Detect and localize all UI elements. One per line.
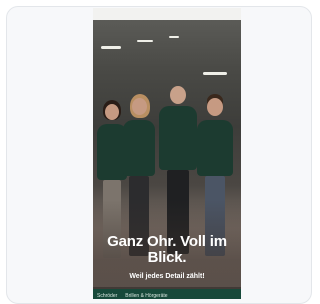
nav-item[interactable]: Schröder xyxy=(97,293,117,299)
hero-subline: Weil jedes Detail zählt! xyxy=(129,273,205,280)
mobile-page-preview[interactable]: Ganz Ohr. Voll im Blick. Weil jedes Deta… xyxy=(93,8,241,299)
top-strip xyxy=(93,8,241,20)
hero-headline: Ganz Ohr. Voll im Blick. xyxy=(107,233,227,266)
nav-item[interactable]: Brillen & Hörgeräte xyxy=(125,293,167,299)
bottom-nav-bar: Schröder Brillen & Hörgeräte xyxy=(93,289,241,299)
